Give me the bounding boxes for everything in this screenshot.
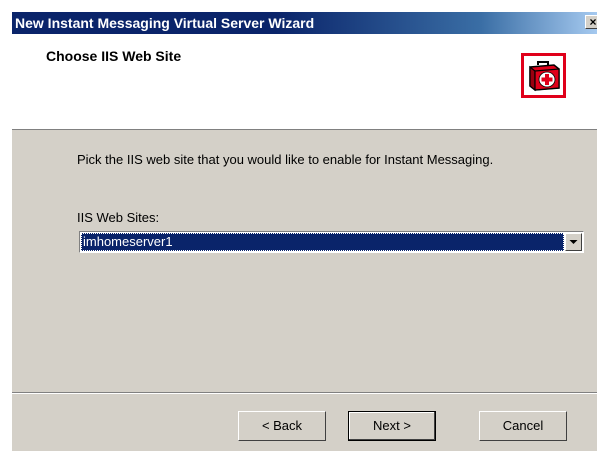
wizard-header: Choose IIS Web Site: [12, 34, 597, 130]
button-separator: [12, 392, 597, 394]
chevron-down-icon: [569, 240, 578, 244]
back-button[interactable]: < Back: [238, 411, 326, 441]
close-icon: ×: [589, 15, 597, 29]
window-title: New Instant Messaging Virtual Server Wiz…: [15, 15, 315, 31]
title-bar[interactable]: New Instant Messaging Virtual Server Wiz…: [12, 12, 597, 34]
wizard-dialog: New Instant Messaging Virtual Server Wiz…: [11, 11, 597, 451]
first-aid-kit-icon: [521, 53, 566, 98]
dropdown-arrow-button[interactable]: [565, 233, 582, 251]
close-button[interactable]: ×: [585, 15, 597, 29]
next-button[interactable]: Next >: [348, 411, 436, 441]
page-title: Choose IIS Web Site: [46, 48, 182, 64]
iis-web-sites-selected-value: imhomeserver1: [81, 233, 564, 251]
instruction-text: Pick the IIS web site that you would lik…: [77, 152, 494, 167]
cancel-button[interactable]: Cancel: [479, 411, 567, 441]
iis-web-sites-label: IIS Web Sites:: [77, 210, 160, 225]
iis-web-sites-dropdown[interactable]: imhomeserver1: [79, 231, 584, 253]
wizard-body: Pick the IIS web site that you would lik…: [12, 130, 597, 452]
